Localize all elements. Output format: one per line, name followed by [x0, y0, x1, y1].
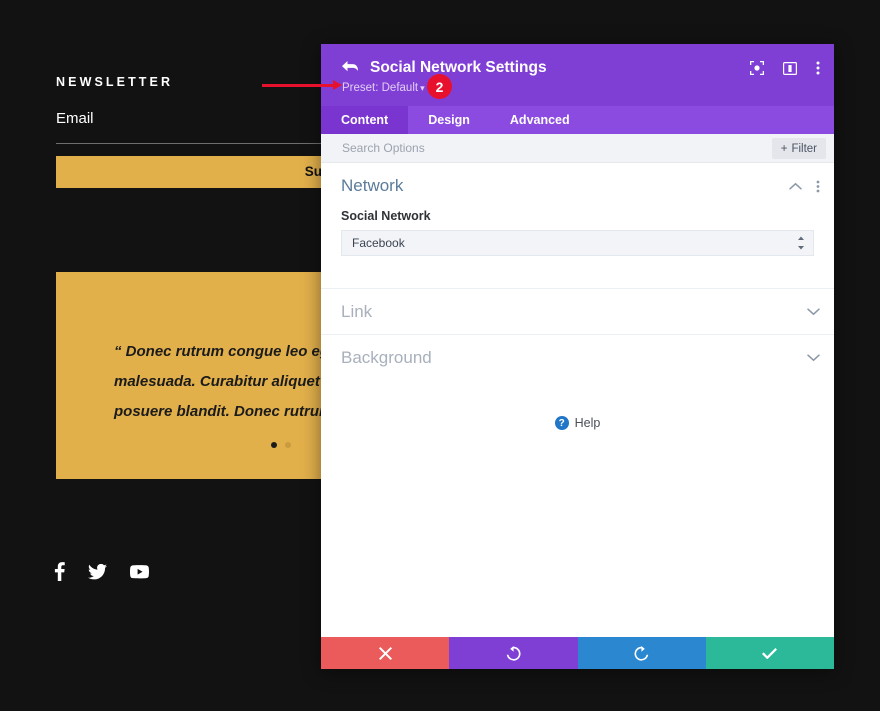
section-title-background: Background — [341, 347, 432, 367]
stepper-updown-icon — [797, 236, 805, 255]
social-links-row — [54, 562, 149, 581]
redo-icon — [634, 645, 649, 661]
question-circle-icon: ? — [554, 416, 569, 430]
youtube-icon[interactable] — [130, 564, 149, 579]
section-link-icons — [807, 289, 820, 335]
field-social-network: Social Network Facebook — [321, 209, 834, 256]
more-vertical-icon[interactable] — [816, 61, 820, 75]
cancel-button[interactable] — [321, 637, 450, 669]
modal-header-icons — [750, 61, 820, 75]
preset-selector[interactable]: Preset: Default ▾ — [342, 82, 425, 94]
section-network-icons — [789, 163, 820, 209]
carousel-dot-1[interactable] — [271, 442, 277, 448]
chevron-down-icon[interactable] — [807, 308, 820, 316]
annotation-step-badge: 2 — [427, 74, 452, 99]
plus-icon: + — [780, 142, 788, 155]
modal-title: Social Network Settings — [370, 59, 547, 76]
undo-button[interactable] — [449, 637, 578, 669]
section-header-background[interactable]: Background — [321, 334, 834, 380]
modal-header: Social Network Settings Preset: Default ▾ — [321, 44, 834, 106]
filter-button-label: Filter — [791, 142, 817, 155]
modal-body: Network Social Network Facebook Link Bac… — [321, 163, 834, 637]
tab-design[interactable]: Design — [408, 106, 490, 134]
chevron-up-icon[interactable] — [789, 182, 802, 190]
search-input[interactable] — [321, 134, 701, 162]
social-network-select-value: Facebook — [352, 236, 405, 250]
newsletter-heading: NEWSLETTER — [56, 75, 174, 89]
fullscreen-icon[interactable] — [750, 61, 764, 75]
tab-advanced[interactable]: Advanced — [490, 106, 590, 134]
section-title-network: Network — [341, 176, 404, 195]
section-background-icons — [807, 335, 820, 381]
facebook-icon[interactable] — [54, 562, 65, 581]
chevron-down-icon[interactable] — [807, 354, 820, 362]
help-label: Help — [574, 416, 601, 430]
carousel-dots[interactable] — [271, 442, 291, 448]
social-network-select[interactable]: Facebook — [341, 230, 814, 256]
preset-label: Preset: Default — [342, 82, 419, 94]
filter-button[interactable]: + Filter — [771, 138, 826, 159]
redo-button[interactable] — [577, 637, 706, 669]
help-link[interactable]: ? Help — [321, 416, 834, 430]
modal-footer — [321, 637, 834, 669]
section-header-link[interactable]: Link — [321, 288, 834, 334]
close-icon — [378, 646, 392, 660]
layout-split-icon[interactable] — [783, 61, 797, 75]
social-network-settings-modal: Social Network Settings Preset: Default ▾… — [321, 44, 834, 669]
more-vertical-icon[interactable] — [816, 180, 820, 193]
twitter-icon[interactable] — [88, 563, 107, 580]
section-header-network[interactable]: Network — [321, 163, 834, 209]
tab-content[interactable]: Content — [321, 106, 409, 134]
save-button[interactable] — [705, 637, 834, 669]
annotation-arrow — [262, 80, 342, 90]
search-bar: + Filter — [321, 134, 834, 163]
field-label-social-network: Social Network — [341, 209, 431, 223]
chevron-down-icon: ▾ — [420, 83, 425, 93]
back-arrow-icon[interactable] — [342, 61, 359, 75]
check-icon — [762, 647, 778, 659]
section-title-link: Link — [341, 301, 373, 321]
undo-icon — [506, 645, 521, 661]
email-field-label: Email — [56, 110, 94, 127]
modal-tabs: Content Design Advanced — [321, 106, 834, 134]
carousel-dot-2[interactable] — [285, 442, 291, 448]
